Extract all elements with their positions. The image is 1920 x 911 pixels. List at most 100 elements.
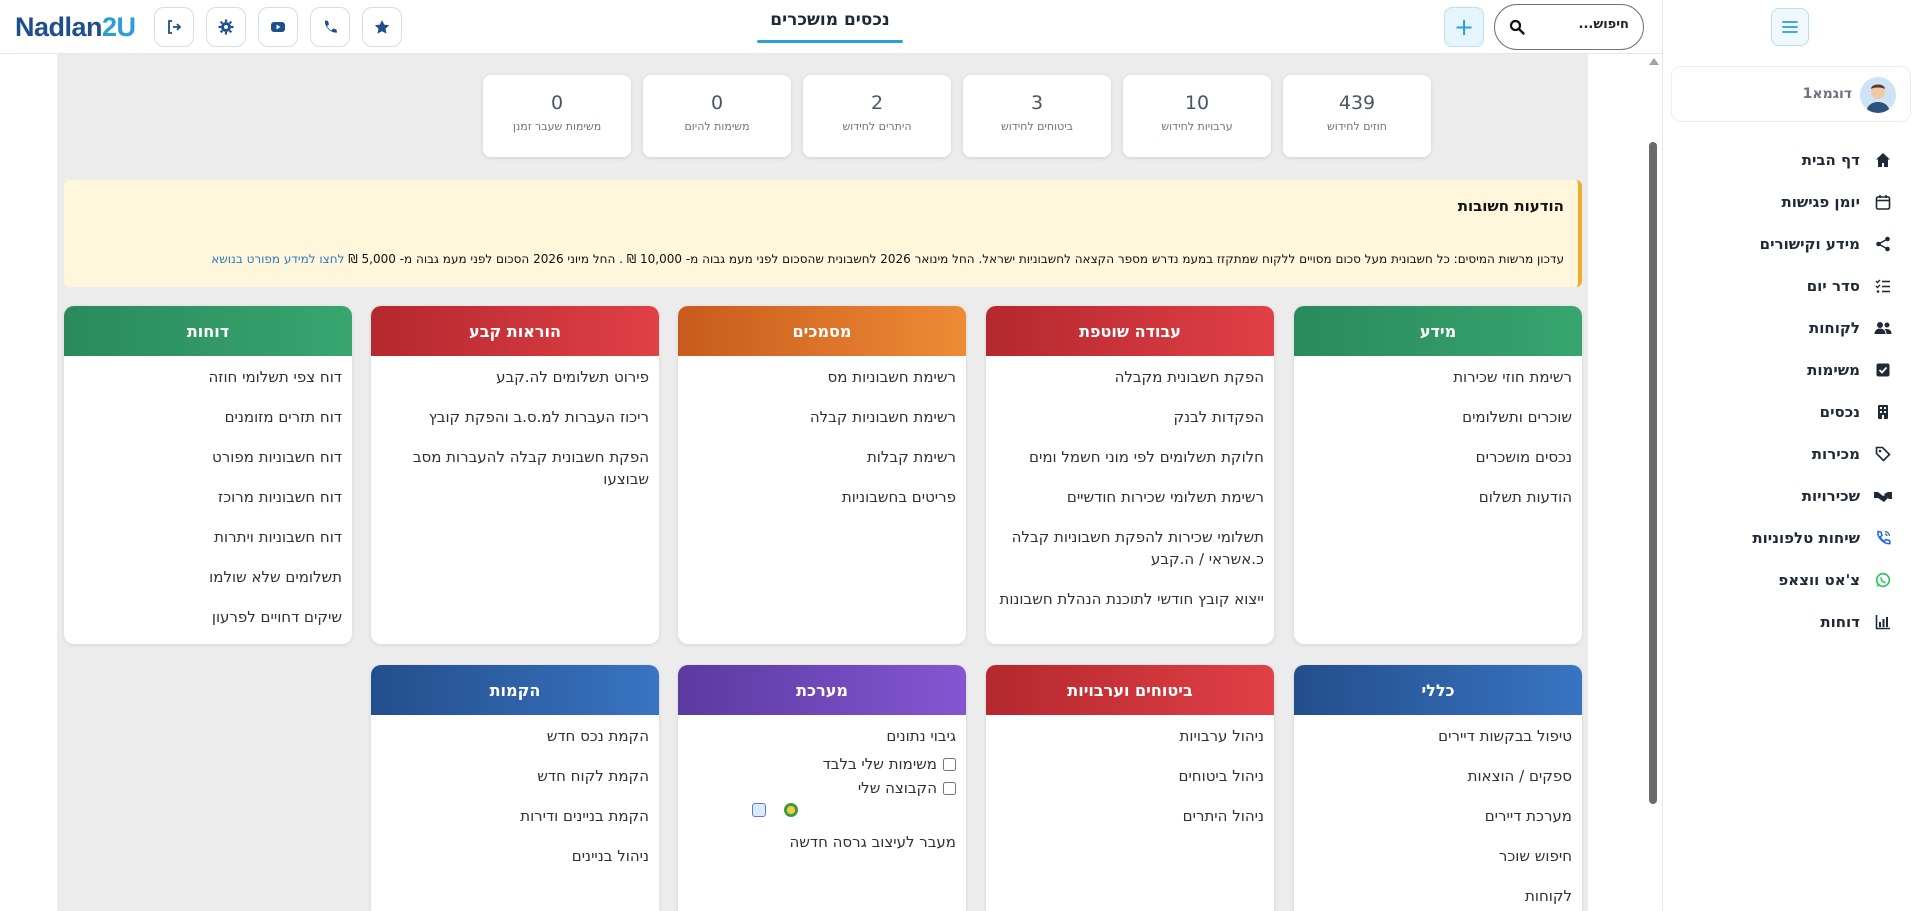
phone-button[interactable] (310, 7, 350, 47)
sidebar-item-home[interactable]: דף הבית (1802, 148, 1892, 172)
logo-text-accent: 2U (102, 12, 136, 42)
my-tasks-only-checkbox[interactable] (943, 757, 956, 771)
menu-link[interactable]: רשימת קבלות (688, 446, 956, 468)
menu-link[interactable]: תשלומים שלא שולמו (74, 566, 342, 588)
stat-label: משימות להיום (684, 120, 750, 133)
sidebar-item-sales[interactable]: מכירות (1812, 442, 1892, 466)
menu-link[interactable]: דוח חשבוניות מפורט (74, 446, 342, 468)
scrollbar-thumb[interactable] (1649, 142, 1657, 804)
stat-value: 10 (1184, 92, 1210, 114)
stat-label: ביטוחים לחידוש (1000, 120, 1074, 133)
building-icon (1874, 403, 1892, 421)
coins-icon[interactable] (784, 803, 798, 817)
page-scrollbar[interactable] (1646, 54, 1662, 911)
stat-label: היתרים לחידוש (842, 120, 912, 133)
scroll-up-arrow-icon[interactable] (1649, 58, 1659, 65)
settings-button[interactable] (206, 7, 246, 47)
stat-tasks-today[interactable]: 0 משימות להיום (643, 75, 791, 157)
menu-link[interactable]: רשימת חוזי שכירות (1304, 366, 1572, 388)
add-button[interactable]: + (1444, 7, 1484, 47)
menu-link[interactable]: ייצוא קובץ חודשי לתוכנת הנהלת חשבונות (996, 588, 1264, 610)
sidebar-item-label: לקוחות (1809, 319, 1860, 337)
menu-link[interactable]: חלוקת תשלומים לפי מוני חשמל ומים (996, 446, 1264, 468)
status-icons (688, 803, 956, 817)
menu-link[interactable]: רשימת חשבוניות מס (688, 366, 956, 388)
menu-link[interactable]: הקמת בניינים ודירות (381, 805, 649, 827)
stat-label: חוזים לחידוש (1327, 120, 1387, 133)
menu-link[interactable]: פריטים בחשבוניות (688, 486, 956, 508)
menu-link[interactable]: פירוט תשלומים לה.קבע (381, 366, 649, 388)
youtube-button[interactable] (258, 7, 298, 47)
sidebar-item-properties[interactable]: נכסים (1820, 400, 1892, 424)
menu-link[interactable]: ספקים / הוצאות (1304, 765, 1572, 787)
gear-icon (218, 19, 234, 35)
menu-link[interactable]: הפקדות לבנק (996, 406, 1264, 428)
card-header-reports: דוחות (64, 306, 352, 356)
my-group-option[interactable]: הקבוצה שלי (688, 779, 956, 797)
hamburger-icon (1782, 21, 1798, 33)
menu-link[interactable]: דוח צפי תשלומי חוזה (74, 366, 342, 388)
sidebar-item-whatsapp[interactable]: צ'אט ווצאפ (1778, 568, 1892, 592)
search-input[interactable] (1539, 17, 1629, 32)
menu-link[interactable]: ניהול היתרים (996, 805, 1264, 827)
menu-link[interactable]: שיקים דחויים לפרעון (74, 606, 342, 628)
stat-value: 0 (550, 92, 564, 114)
my-group-checkbox[interactable] (943, 781, 956, 795)
menu-link[interactable]: שוכרים ותשלומים (1304, 406, 1572, 428)
menu-link[interactable]: ריכוז העברות למ.ס.ב והפקת קובץ (381, 406, 649, 428)
menu-link[interactable]: רשימת חשבוניות קבלה (688, 406, 956, 428)
menu-link[interactable]: רשימת תשלומי שכירות חודשיים (996, 486, 1264, 508)
stat-label: ערבויות לחידוש (1161, 120, 1233, 133)
menu-link[interactable]: הקמת נכס חדש (381, 725, 649, 747)
menu-link[interactable]: דוח תזרים מזומנים (74, 406, 342, 428)
stat-value: 0 (710, 92, 724, 114)
stat-permits-renewal[interactable]: 2 היתרים לחידוש (803, 75, 951, 157)
menu-link[interactable]: דוח חשבוניות מרוכז (74, 486, 342, 508)
sidebar-item-label: מכירות (1811, 445, 1860, 463)
app-logo[interactable]: Nadlan2U (15, 12, 136, 43)
sidebar-item-reports[interactable]: דוחות (1820, 610, 1892, 634)
my-tasks-only-option[interactable]: משימות שלי בלבד (688, 755, 956, 773)
stat-tasks-overdue[interactable]: 0 משימות שעבר זמנן (483, 75, 631, 157)
checklist-icon (1874, 277, 1892, 295)
menu-link[interactable]: הקמת לקוח חדש (381, 765, 649, 787)
sidebar-item-meetings[interactable]: יומן פגישות (1781, 190, 1892, 214)
menu-link[interactable]: נכסים מושכרים (1304, 446, 1572, 468)
sidebar-item-customers[interactable]: לקוחות (1809, 316, 1892, 340)
handshake-icon (1874, 487, 1892, 505)
card-header-info: מידע (1294, 306, 1582, 356)
menu-link[interactable]: תשלומי שכירות להפקת חשבוניות קבלה כ.אשרא… (996, 526, 1264, 570)
menu-link[interactable]: דוח חשבוניות ויתרות (74, 526, 342, 548)
menu-link[interactable]: גיבוי נתונים (688, 725, 956, 747)
stat-insurance-renewal[interactable]: 3 ביטוחים לחידוש (963, 75, 1111, 157)
favorites-button[interactable] (362, 7, 402, 47)
title-underline (757, 40, 903, 43)
logout-icon (168, 20, 182, 34)
menu-link[interactable]: ניהול ביטוחים (996, 765, 1265, 787)
logout-button[interactable] (154, 7, 194, 47)
sidebar-item-rentals[interactable]: שכירויות (1802, 484, 1892, 508)
sidebar-item-agenda[interactable]: סדר יום (1807, 274, 1892, 298)
menu-link[interactable]: חיפוש שוכר (1304, 845, 1572, 867)
menu-link[interactable]: מעבר לעיצוב גרסה חדשה (688, 831, 956, 853)
sidebar-item-tasks[interactable]: משימות (1807, 358, 1892, 382)
sidebar-item-phone-calls[interactable]: שיחות טלפוניות (1752, 526, 1892, 550)
menu-link[interactable]: מערכת דיירים (1304, 805, 1572, 827)
contact-card-icon[interactable] (752, 803, 766, 817)
search-box[interactable] (1494, 4, 1644, 50)
menu-link[interactable]: הפקת חשבונית מקבלה (996, 366, 1264, 388)
menu-link[interactable]: טיפול בבקשות דיירים (1304, 725, 1572, 747)
sidebar-item-label: סדר יום (1806, 277, 1860, 295)
menu-link[interactable]: ניהול בניינים (381, 845, 649, 867)
stat-contracts-renewal[interactable]: 439 חוזים לחידוש (1283, 75, 1431, 157)
menu-link[interactable]: הפקת חשבונית קבלה להעברות מסב שבוצעו (381, 446, 649, 490)
menu-link[interactable]: לקוחות (1304, 885, 1572, 907)
notice-link[interactable]: לחצו למידע מפורט בנושא (211, 252, 344, 266)
menu-toggle-button[interactable] (1771, 8, 1809, 46)
stat-guarantees-renewal[interactable]: 10 ערבויות לחידוש (1123, 75, 1271, 157)
user-card[interactable]: דוגמא1 (1671, 66, 1911, 122)
sidebar-item-info-links[interactable]: מידע וקישורים (1760, 232, 1892, 256)
menu-link[interactable]: הודעות תשלום (1304, 486, 1572, 508)
search-icon[interactable] (1509, 19, 1525, 35)
menu-link[interactable]: ניהול ערבויות (996, 725, 1264, 747)
